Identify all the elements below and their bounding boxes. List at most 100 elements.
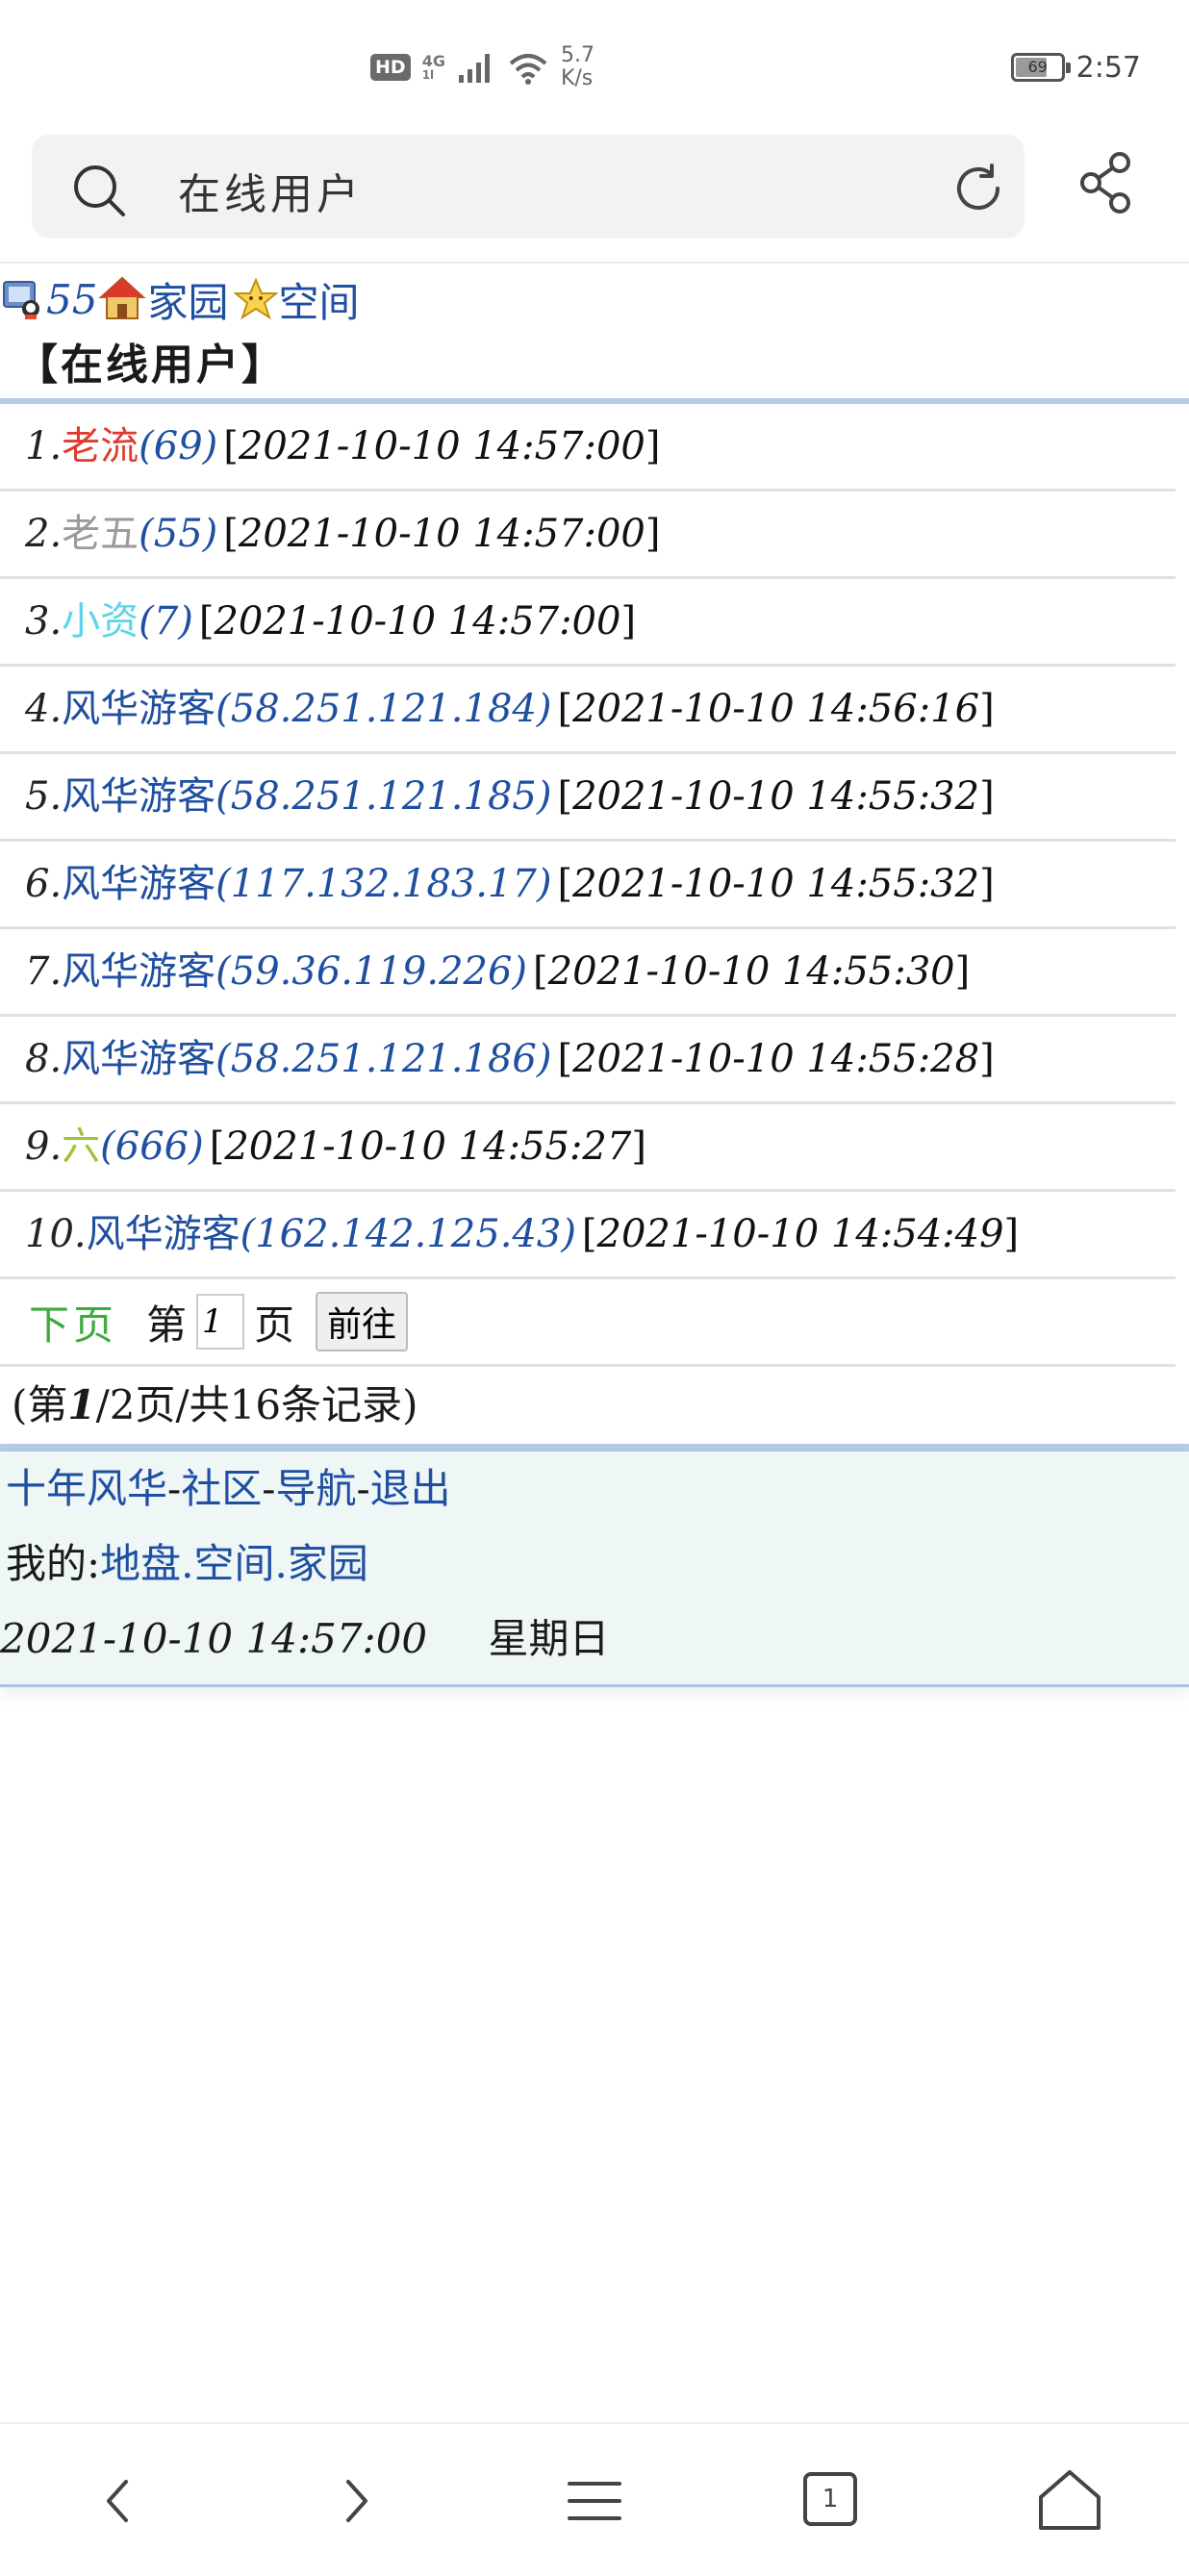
home-nav-icon[interactable] — [1031, 2462, 1108, 2539]
user-index: 2. — [25, 512, 63, 556]
clock: 2:57 — [1075, 50, 1141, 85]
list-item: 9.六(666) [2021-10-10 14:55:27] — [0, 1104, 1176, 1192]
address-bar: 在线用户 — [0, 130, 1189, 240]
tabs-count: 1 — [822, 2485, 839, 2513]
user-index: 1. — [25, 424, 63, 468]
home-icon — [98, 276, 147, 319]
user-index: 8. — [25, 1037, 63, 1081]
user-id-link[interactable]: (7) — [139, 599, 193, 644]
last-active-time: 2021-10-10 14:55:27 — [224, 1124, 632, 1169]
search-input[interactable]: 在线用户 — [32, 135, 1025, 239]
bracket-open: [ — [557, 1037, 573, 1081]
footer-sep: - — [167, 1465, 182, 1512]
user-id-link[interactable]: (55) — [139, 512, 217, 556]
last-active-time: 2021-10-10 14:57:00 — [238, 512, 645, 556]
share-icon[interactable] — [1075, 149, 1137, 216]
last-active-time: 2021-10-10 14:57:00 — [238, 424, 645, 468]
bracket-close: ] — [620, 599, 637, 644]
network-sub: 1l — [421, 68, 435, 82]
list-item: 2.老五(55) [2021-10-10 14:57:00] — [0, 492, 1176, 579]
user-index: 10. — [25, 1212, 87, 1256]
user-index: 5. — [25, 774, 63, 819]
user-name-link[interactable]: 风华游客 — [62, 862, 215, 906]
user-name-link[interactable]: 风华游客 — [62, 687, 215, 731]
mine-link-territory[interactable]: 地盘 — [100, 1540, 181, 1587]
hd-badge: HD — [370, 54, 411, 81]
go-button[interactable]: 前往 — [316, 1292, 409, 1351]
user-id-link[interactable]: (59.36.119.226) — [215, 949, 527, 994]
last-active-time: 2021-10-10 14:55:28 — [572, 1037, 980, 1081]
footer-datetime: 2021-10-10 14:57:00 星期日 — [0, 1602, 1189, 1677]
last-active-time: 2021-10-10 14:54:49 — [596, 1212, 1004, 1256]
star-icon — [234, 277, 279, 320]
bracket-open: [ — [198, 599, 215, 644]
list-item: 3.小资(7) [2021-10-10 14:57:00] — [0, 579, 1176, 667]
page-number-input[interactable] — [196, 1294, 245, 1350]
online-count-link[interactable]: 55 — [46, 276, 97, 323]
back-icon[interactable] — [80, 2462, 157, 2539]
user-name-link[interactable]: 六 — [62, 1124, 100, 1169]
user-id-link[interactable]: (58.251.121.186) — [215, 1037, 551, 1081]
footer-link-navigation[interactable]: 导航 — [275, 1465, 356, 1512]
mine-link-home[interactable]: 家园 — [288, 1540, 368, 1587]
user-id-link[interactable]: (69) — [139, 424, 217, 468]
user-index: 7. — [25, 949, 63, 994]
bracket-close: ] — [631, 1124, 646, 1169]
site-footer: 十年风华-社区-导航-退出 我的:地盘.空间.家园 2021-10-10 14:… — [0, 1452, 1189, 1687]
user-id-link[interactable]: (117.132.183.17) — [215, 862, 551, 906]
bracket-open: [ — [557, 862, 573, 906]
bracket-open: [ — [557, 687, 573, 731]
bracket-open: [ — [223, 512, 239, 556]
last-active-time: 2021-10-10 14:55:30 — [547, 949, 955, 994]
footer-link-community[interactable]: 社区 — [181, 1465, 262, 1512]
user-id-link[interactable]: (666) — [100, 1124, 204, 1169]
reload-icon[interactable] — [949, 160, 1007, 217]
page-suffix: 页 — [254, 1301, 295, 1349]
bracket-open: [ — [581, 1212, 597, 1256]
bracket-close: ] — [645, 512, 661, 556]
user-name-link[interactable]: 风华游客 — [62, 1037, 215, 1081]
forward-icon[interactable] — [317, 2462, 394, 2539]
footer-link-logout[interactable]: 退出 — [370, 1465, 451, 1512]
space-link[interactable]: 空间 — [278, 270, 359, 329]
tabs-icon: 1 — [803, 2472, 857, 2526]
summary-rest: /2页/共16条记录) — [95, 1381, 418, 1428]
user-name-link[interactable]: 小资 — [62, 599, 139, 644]
search-query: 在线用户 — [178, 170, 363, 219]
user-name-link[interactable]: 风华游客 — [62, 949, 215, 994]
network-type: 4G — [421, 52, 445, 70]
user-name-link[interactable]: 老五 — [62, 512, 139, 556]
wifi-icon — [509, 54, 547, 85]
mine-link-space[interactable]: 空间 — [194, 1540, 275, 1587]
user-id-link[interactable]: (58.251.121.185) — [215, 774, 551, 819]
bracket-open: [ — [533, 949, 548, 994]
list-item: 4.风华游客(58.251.121.184) [2021-10-10 14:56:… — [0, 667, 1176, 754]
search-icon — [74, 165, 125, 216]
last-active-time: 2021-10-10 14:56:16 — [572, 687, 980, 731]
footer-mine: 我的:地盘.空间.家园 — [0, 1527, 1189, 1602]
user-online-icon — [3, 281, 39, 319]
header-links: 55 家园 空间 — [0, 265, 1189, 333]
list-item: 6.风华游客(117.132.183.17) [2021-10-10 14:55:… — [0, 842, 1176, 929]
home-link[interactable]: 家园 — [147, 270, 228, 329]
user-name-link[interactable]: 老流 — [62, 424, 139, 468]
bracket-close: ] — [954, 949, 971, 994]
user-name-link[interactable]: 风华游客 — [87, 1212, 240, 1256]
page-content: 55 家园 空间 【在线用户】 1.老流(69) [2021-10-10 14:5… — [0, 265, 1189, 1687]
signal-icon — [458, 54, 490, 83]
user-id-link[interactable]: (162.142.125.43) — [240, 1212, 576, 1256]
list-item: 5.风华游客(58.251.121.185) [2021-10-10 14:55:… — [0, 754, 1176, 842]
user-name-link[interactable]: 风华游客 — [62, 774, 215, 819]
list-item: 7.风华游客(59.36.119.226) [2021-10-10 14:55:3… — [0, 929, 1176, 1017]
last-active-time: 2021-10-10 14:55:32 — [572, 862, 980, 906]
footer-rule — [0, 1444, 1189, 1452]
next-page-link[interactable]: 下页 — [29, 1293, 117, 1351]
bracket-close: ] — [1003, 1212, 1020, 1256]
user-id-link[interactable]: (58.251.121.184) — [215, 687, 551, 731]
bracket-close: ] — [979, 862, 995, 906]
current-weekday: 星期日 — [488, 1615, 610, 1662]
status-indicators: HD 4G 1l 5.7 K/s — [370, 38, 594, 96]
footer-link-home[interactable]: 十年风华 — [6, 1465, 167, 1512]
tabs-button[interactable]: 1 — [794, 2462, 871, 2539]
menu-icon[interactable] — [556, 2462, 633, 2539]
